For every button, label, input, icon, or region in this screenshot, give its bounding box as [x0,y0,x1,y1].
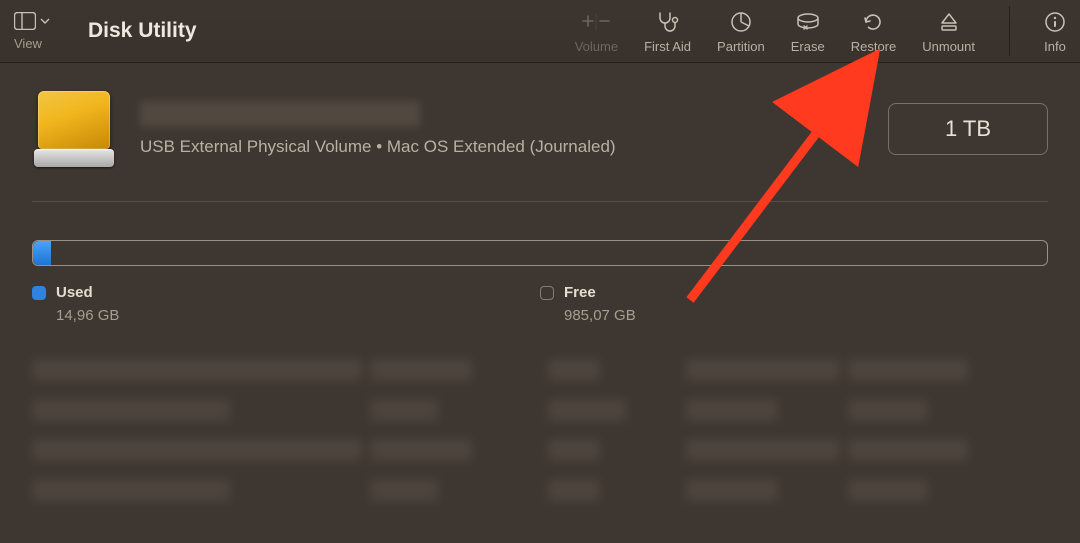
restore-icon [862,11,884,33]
capacity-text: 1 TB [945,116,991,142]
toolbar-actions: Volume First Aid Partition [575,0,1066,62]
usage-legend: Used 14,96 GB Free 985,07 GB [32,284,1048,324]
unmount-label: Unmount [922,39,975,54]
pie-icon [730,11,752,33]
section-divider [32,201,1048,202]
info-label: Info [1044,39,1066,54]
toolbar: View Disk Utility Volume First Aid [0,0,1080,63]
main-content: USB External Physical Volume • Mac OS Ex… [0,63,1080,508]
legend-used: Used 14,96 GB [32,284,540,324]
used-label: Used [56,284,93,301]
stethoscope-icon [656,11,680,33]
partition-label: Partition [717,39,765,54]
volume-header: USB External Physical Volume • Mac OS Ex… [32,87,1048,171]
app-title: Disk Utility [88,0,197,62]
sidebar-toggle-button[interactable] [14,12,50,30]
volume-name-redacted [140,101,420,127]
info-button[interactable]: Info [1044,0,1066,62]
usage-bar [32,240,1048,266]
free-value: 985,07 GB [564,307,1048,324]
plus-minus-icon [581,11,611,33]
volume-info: USB External Physical Volume • Mac OS Ex… [140,101,864,157]
toolbar-separator [1009,6,1010,56]
usage-bar-fill [33,241,51,265]
sidebar-icon [14,12,36,30]
toolbar-view-group: View [14,0,74,62]
restore-button[interactable]: Restore [851,0,897,62]
restore-label: Restore [851,39,897,54]
view-label: View [14,36,42,51]
first-aid-label: First Aid [644,39,691,54]
volume-button: Volume [575,0,618,62]
swatch-free-icon [540,286,554,300]
erase-button[interactable]: Erase [791,0,825,62]
first-aid-button[interactable]: First Aid [644,0,691,62]
erase-icon [796,12,820,32]
drive-icon [32,87,116,171]
unmount-button[interactable]: Unmount [922,0,975,62]
capacity-badge: 1 TB [888,103,1048,155]
erase-label: Erase [791,39,825,54]
free-label: Free [564,284,596,301]
volume-label: Volume [575,39,618,54]
details-table-redacted [32,352,1048,508]
partition-button[interactable]: Partition [717,0,765,62]
chevron-down-icon [40,17,50,25]
used-value: 14,96 GB [56,307,540,324]
legend-free: Free 985,07 GB [540,284,1048,324]
volume-subtitle: USB External Physical Volume • Mac OS Ex… [140,137,864,157]
info-icon [1044,11,1066,33]
swatch-used-icon [32,286,46,300]
eject-icon [939,11,959,33]
